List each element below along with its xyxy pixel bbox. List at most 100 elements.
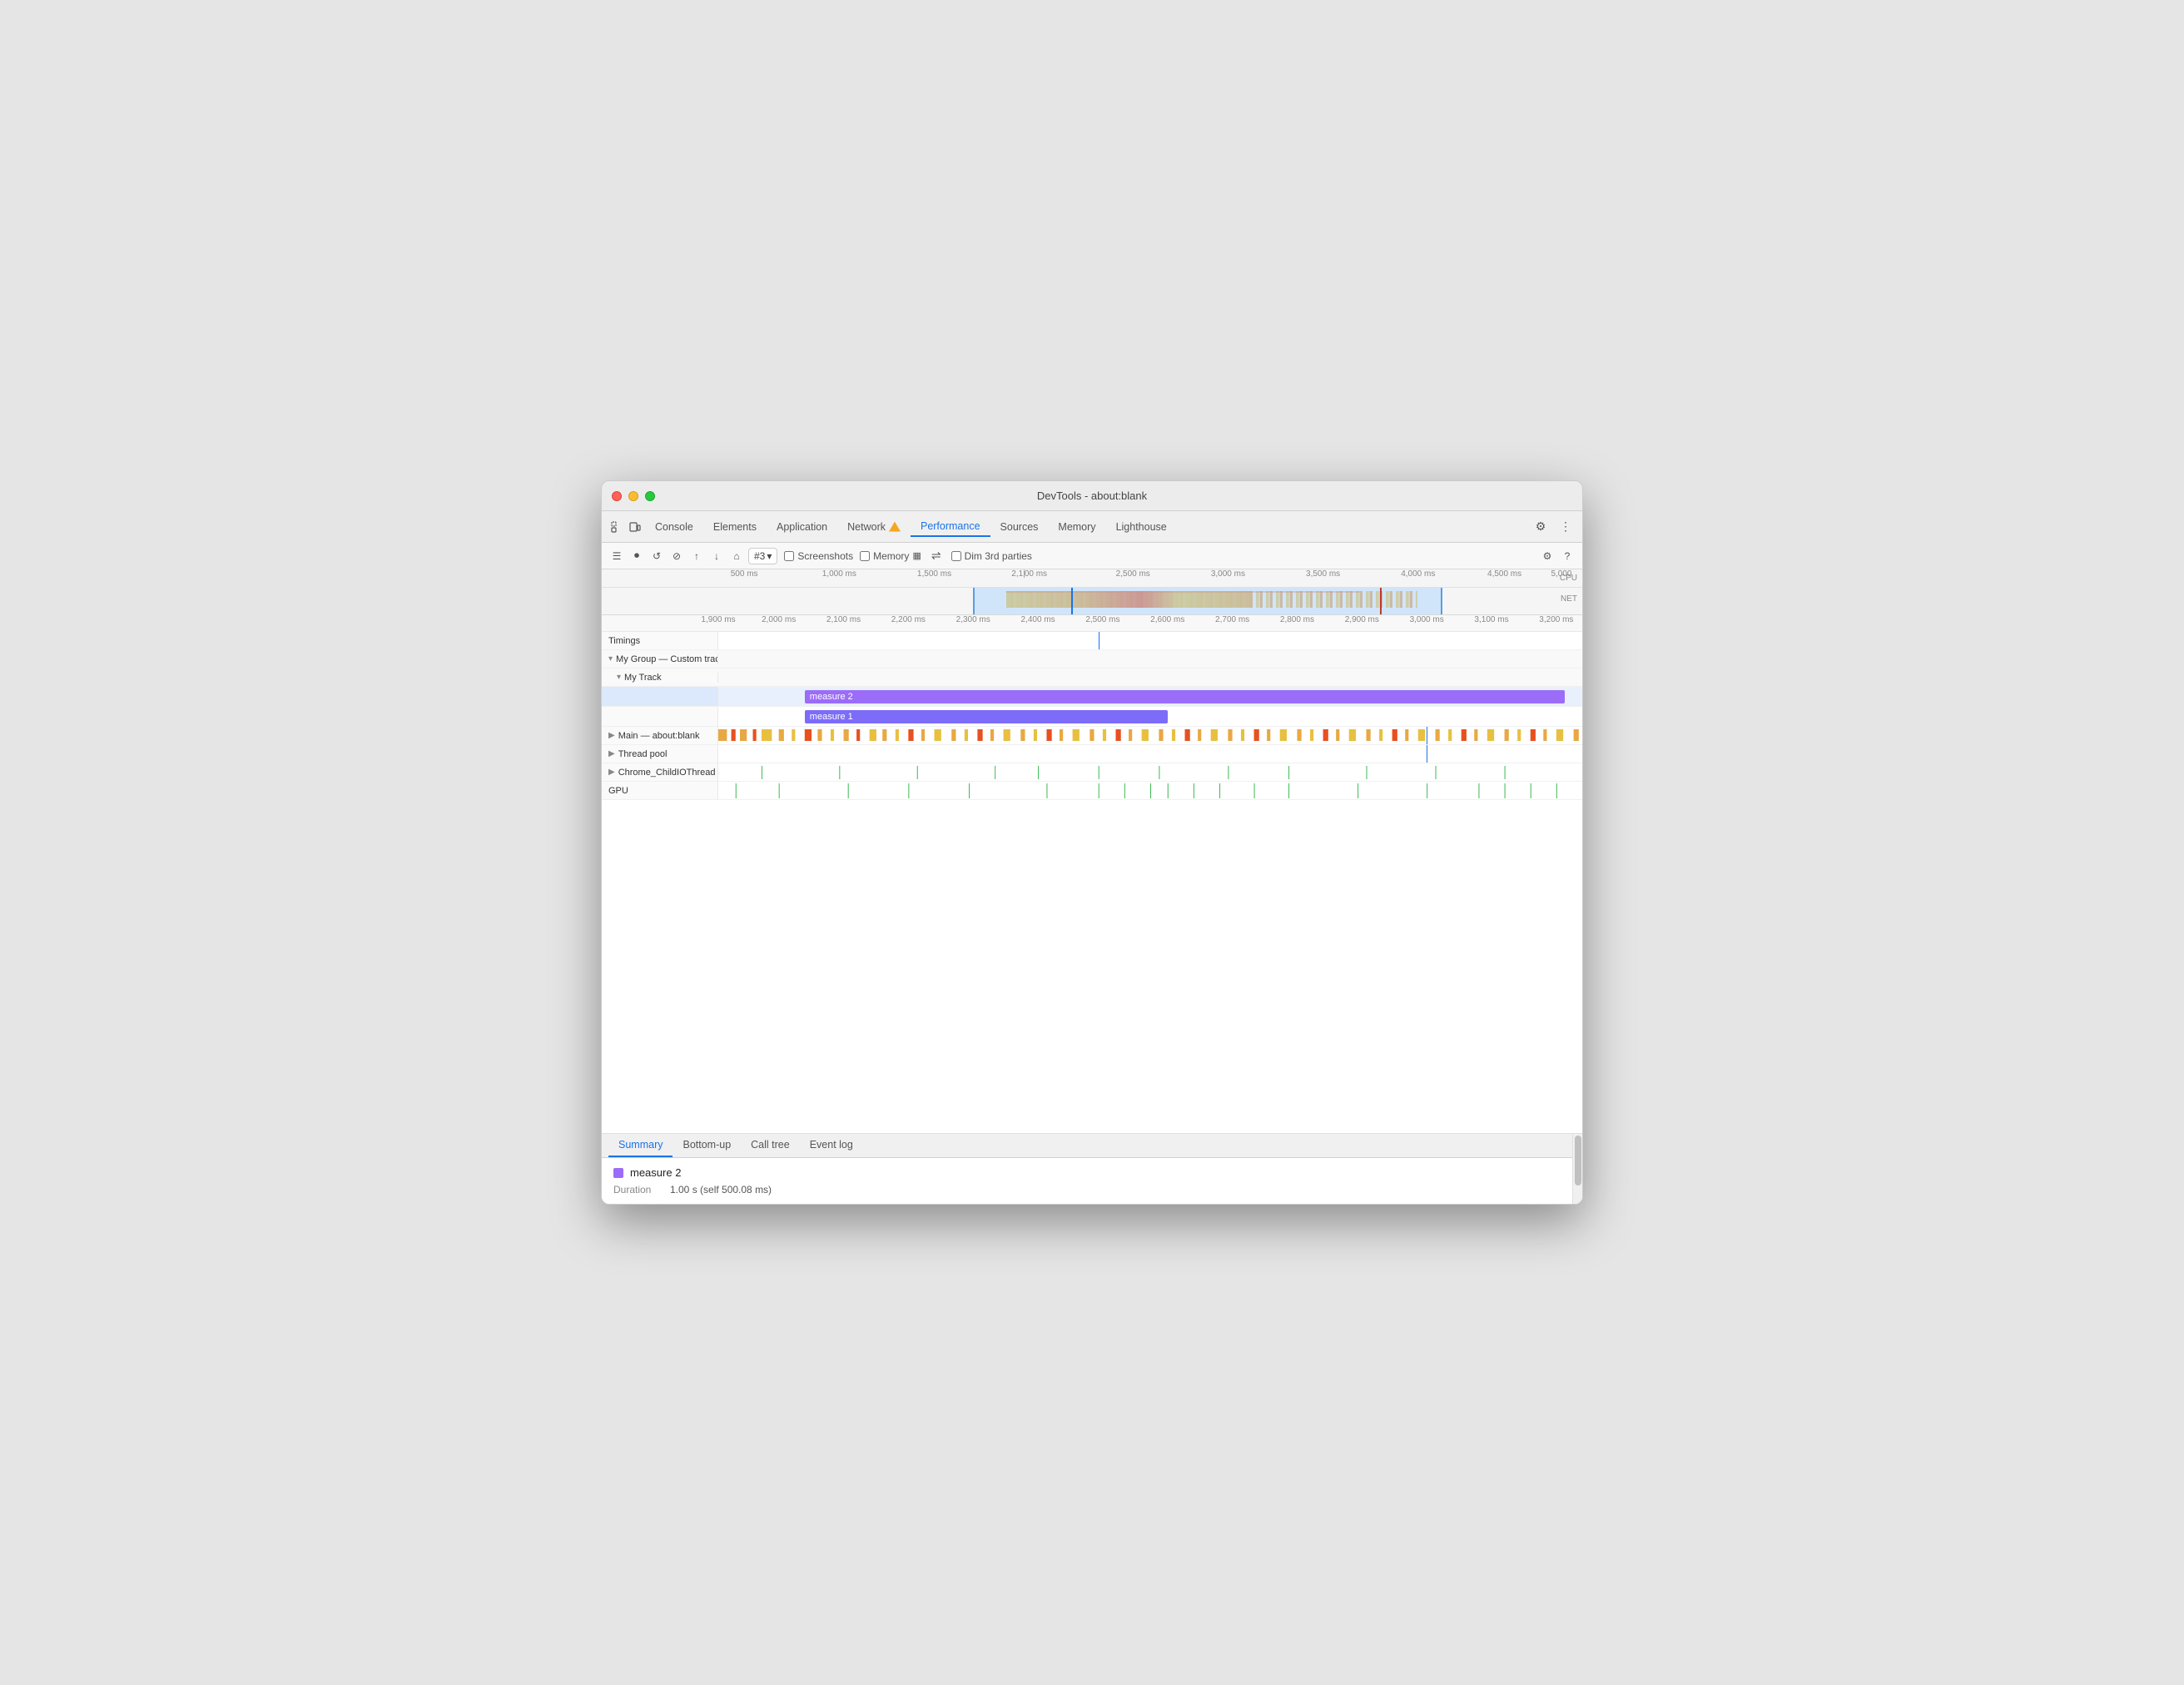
gear-icon[interactable]: ⚙ [1539, 548, 1556, 564]
cpu-bar-area: NET [602, 588, 1582, 614]
record-selector[interactable]: #3 ▾ [748, 548, 777, 564]
overview-selection[interactable] [973, 588, 1442, 614]
tab-application[interactable]: Application [767, 518, 837, 536]
measure2-bar[interactable]: measure 2 [805, 690, 1565, 703]
ruler-2100: 2,1|00 ms [1011, 569, 1047, 579]
tab-bottom-up[interactable]: Bottom-up [673, 1134, 741, 1157]
timings-content[interactable] [718, 632, 1582, 649]
chrome-io-label[interactable]: ▶ Chrome_ChildIOThread [602, 763, 718, 781]
measure2-label-area[interactable] [602, 687, 718, 706]
ruler-ticks: 500 ms 1,000 ms 1,500 ms 2,1|00 ms 2,500… [718, 569, 1582, 587]
scrollbar-thumb[interactable] [1575, 1136, 1581, 1185]
chrome-io-content[interactable] [718, 763, 1582, 781]
thread-pool-track: ▶ Thread pool [602, 745, 1582, 763]
thread-pool-expand[interactable]: ▶ [608, 749, 615, 758]
bottom-panel: Summary Bottom-up Call tree Event log me… [602, 1134, 1582, 1204]
measure1-label-area[interactable] [602, 707, 718, 726]
dim3rd-checkbox[interactable]: Dim 3rd parties [951, 550, 1032, 562]
tab-sources[interactable]: Sources [990, 518, 1049, 536]
chrome-io-expand[interactable]: ▶ [608, 768, 615, 777]
device-icon[interactable] [627, 519, 643, 535]
gpu-label[interactable]: GPU [602, 782, 718, 799]
gpu-svg [718, 782, 1582, 799]
tick-2400: 2,400 ms [1020, 615, 1055, 624]
measure2-track: measure 2 [602, 687, 1582, 707]
gpu-content[interactable] [718, 782, 1582, 799]
cpu-label: CPU [1560, 574, 1577, 583]
duration-label: Duration [613, 1184, 663, 1195]
dim3rd-check[interactable] [951, 551, 961, 561]
record-num: #3 [754, 550, 765, 562]
inner-ruler-ticks: 1,900 ms 2,000 ms 2,100 ms 2,200 ms 2,30… [718, 615, 1582, 631]
dropdown-arrow: ▾ [767, 550, 772, 562]
thread-pool-content[interactable] [718, 745, 1582, 763]
tab-performance[interactable]: Performance [911, 517, 990, 537]
overview-right-cursor [1380, 588, 1382, 614]
tick-2900: 2,900 ms [1345, 615, 1379, 624]
ruler-4000: 4,000 ms [1401, 569, 1435, 579]
network-label: Network [847, 521, 886, 533]
measure1-track: measure 1 [602, 707, 1582, 727]
tick-2800: 2,800 ms [1280, 615, 1314, 624]
custom-group-label[interactable]: ▾ My Group — Custom track [602, 654, 718, 664]
my-track-expand[interactable]: ▾ [617, 673, 621, 682]
screenshots-checkbox[interactable]: Screenshots [784, 550, 853, 562]
refresh-icon[interactable]: ↺ [648, 548, 665, 564]
subtoolbar-left: ☰ ⏺ ↺ ⊘ ↑ ↓ ⌂ #3 ▾ [608, 548, 777, 564]
main-content[interactable] [718, 727, 1582, 744]
overview-ruler: 500 ms 1,000 ms 1,500 ms 2,1|00 ms 2,500… [602, 569, 1582, 588]
tab-event-log[interactable]: Event log [800, 1134, 863, 1157]
cancel-icon[interactable]: ⊘ [668, 548, 685, 564]
close-button[interactable] [612, 491, 622, 501]
tab-summary[interactable]: Summary [608, 1134, 673, 1157]
settings-icon[interactable]: ⚙ [1531, 517, 1551, 537]
record-icon[interactable]: ⏺ [628, 548, 645, 564]
tab-elements[interactable]: Elements [703, 518, 767, 536]
tab-console[interactable]: Console [645, 518, 703, 536]
ruler-500: 500 ms [731, 569, 758, 579]
tab-lighthouse[interactable]: Lighthouse [1106, 518, 1177, 536]
bottom-scrollbar[interactable] [1572, 1134, 1582, 1204]
help-icon[interactable]: ? [1559, 548, 1576, 564]
thread-pool-label[interactable]: ▶ Thread pool [602, 745, 718, 763]
inspect-icon[interactable] [608, 519, 625, 535]
titlebar: DevTools - about:blank [602, 481, 1582, 511]
more-options-icon[interactable]: ⋮ [1556, 517, 1576, 537]
measure1-content[interactable]: measure 1 [718, 707, 1582, 727]
tab-network[interactable]: Network [837, 518, 911, 536]
minimize-button[interactable] [628, 491, 638, 501]
ruler-4500: 4,500 ms [1487, 569, 1521, 579]
tracks-area: 1,900 ms 2,000 ms 2,100 ms 2,200 ms 2,30… [602, 615, 1582, 1134]
tick-3200: 3,200 ms [1539, 615, 1573, 624]
main-thread-svg [718, 727, 1582, 744]
measure2-content[interactable]: measure 2 [718, 687, 1582, 707]
main-expand[interactable]: ▶ [608, 731, 615, 740]
window-controls [612, 491, 655, 501]
panel-icon[interactable]: ☰ [608, 548, 625, 564]
my-track-label[interactable]: ▾ My Track [602, 673, 718, 683]
measure1-bar[interactable]: measure 1 [805, 710, 1168, 723]
tick-2100: 2,100 ms [826, 615, 861, 624]
tab-memory[interactable]: Memory [1048, 518, 1105, 536]
tick-2300: 2,300 ms [956, 615, 990, 624]
ruler-3500: 3,500 ms [1306, 569, 1340, 579]
ruler-1000: 1,000 ms [822, 569, 856, 579]
flame-icon: ⇌ [931, 549, 941, 563]
screenshots-check[interactable] [784, 551, 794, 561]
upload-icon[interactable]: ↑ [688, 548, 705, 564]
measure-color-indicator [613, 1168, 623, 1178]
memory-checkbox[interactable]: Memory ▦ [860, 550, 921, 562]
my-track-row: ▾ My Track [602, 669, 1582, 687]
maximize-button[interactable] [645, 491, 655, 501]
ruler-2500: 2,500 ms [1116, 569, 1150, 579]
tab-call-tree[interactable]: Call tree [741, 1134, 800, 1157]
bottom-tab-bar: Summary Bottom-up Call tree Event log [602, 1134, 1582, 1158]
home-icon[interactable]: ⌂ [728, 548, 745, 564]
memory-check[interactable] [860, 551, 870, 561]
main-label[interactable]: ▶ Main — about:blank [602, 727, 718, 744]
download-icon[interactable]: ↓ [708, 548, 725, 564]
memory-label: Memory [873, 550, 909, 562]
dim3rd-label: Dim 3rd parties [965, 550, 1032, 562]
expand-icon[interactable]: ▾ [608, 654, 613, 664]
chrome-io-track: ▶ Chrome_ChildIOThread [602, 763, 1582, 782]
